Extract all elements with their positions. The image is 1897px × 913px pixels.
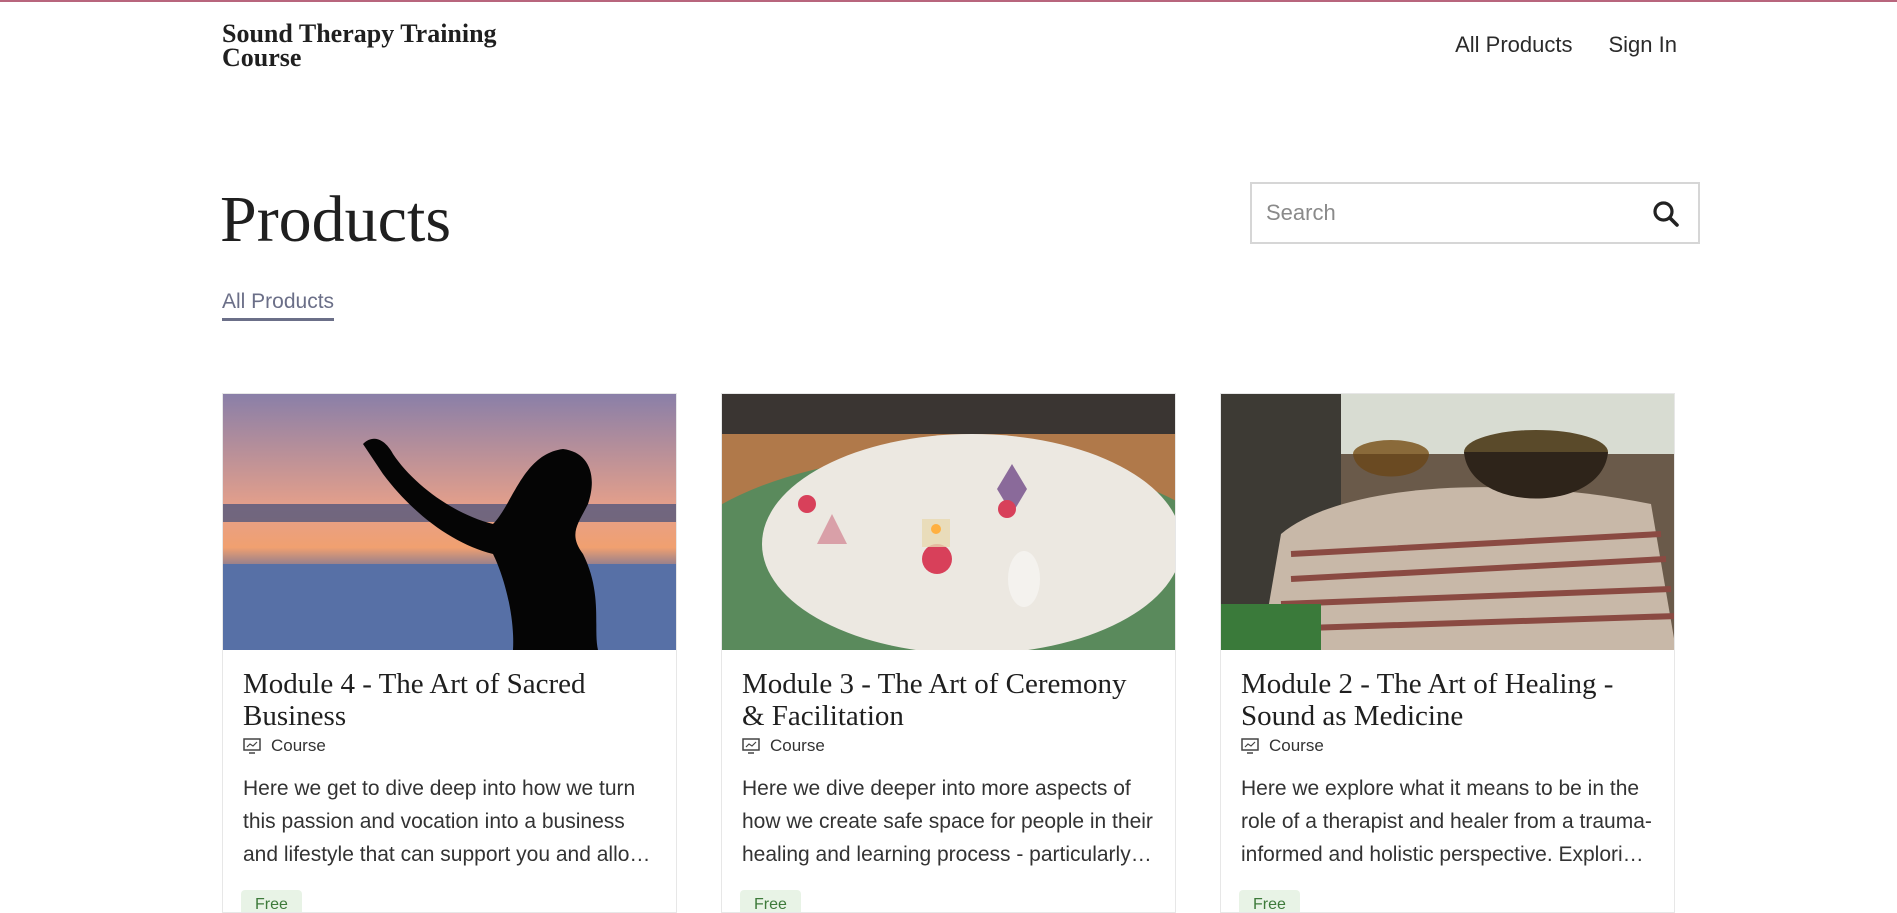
product-description: Here we dive deeper into more aspects of… (742, 777, 1153, 866)
product-description: Here we get to dive deep into how we tur… (243, 777, 651, 866)
product-image (223, 394, 676, 650)
product-title[interactable]: Module 4 - The Art of Sacred Business (243, 668, 656, 732)
product-title[interactable]: Module 2 - The Art of Healing - Sound as… (1241, 668, 1654, 732)
product-type-label: Course (271, 736, 326, 755)
product-type-label: Course (1269, 736, 1324, 755)
site-header: Sound Therapy Training Course All Produc… (0, 2, 1897, 88)
nav-all-products[interactable]: All Products (1455, 32, 1572, 58)
search-box (1250, 182, 1700, 244)
brand-logo[interactable]: Sound Therapy Training Course (222, 21, 542, 71)
page-title: Products (220, 183, 451, 256)
product-card[interactable]: Module 3 - The Art of Ceremony & Facilit… (721, 393, 1176, 913)
tab-all-products[interactable]: All Products (222, 290, 335, 321)
course-icon (742, 738, 760, 754)
product-type: Course (1241, 736, 1654, 756)
search-icon[interactable] (1652, 200, 1680, 228)
course-icon (243, 738, 261, 754)
product-type-label: Course (770, 736, 825, 755)
price-badge: Free (1239, 890, 1300, 912)
product-grid: Module 4 - The Art of Sacred Business Co… (222, 393, 1675, 913)
price-badge: Free (740, 890, 801, 912)
course-icon (1241, 738, 1259, 754)
product-card[interactable]: Module 2 - The Art of Healing - Sound as… (1220, 393, 1675, 913)
product-type: Course (742, 736, 1155, 756)
product-image (722, 394, 1175, 650)
search-input[interactable] (1266, 184, 1636, 242)
nav-sign-in[interactable]: Sign In (1609, 32, 1678, 58)
product-title[interactable]: Module 3 - The Art of Ceremony & Facilit… (742, 668, 1155, 732)
product-description: Here we explore what it means to be in t… (1241, 777, 1652, 866)
product-type: Course (243, 736, 656, 756)
product-card[interactable]: Module 4 - The Art of Sacred Business Co… (222, 393, 677, 913)
main-nav: All Products Sign In (1455, 32, 1677, 58)
product-image (1221, 394, 1674, 650)
price-badge: Free (241, 890, 302, 912)
